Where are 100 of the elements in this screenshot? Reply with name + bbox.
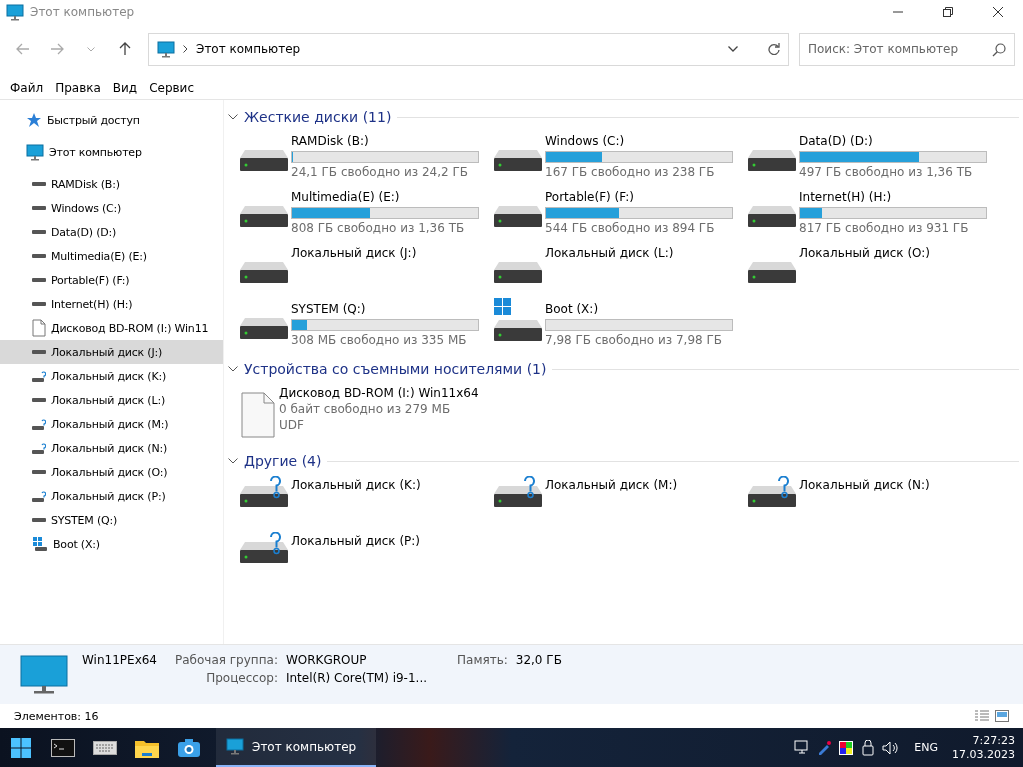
- drive-name[interactable]: Windows (C:): [545, 134, 733, 148]
- nav-item[interactable]: Portable(F) (F:): [0, 268, 223, 292]
- drive-name[interactable]: Portable(F) (F:): [545, 190, 733, 204]
- nav-item[interactable]: Локальный диск (M:): [0, 412, 223, 436]
- drive-icon: [32, 206, 46, 210]
- hard-drive-icon: [748, 150, 796, 171]
- menu-item[interactable]: Сервис: [143, 80, 200, 95]
- hard-drive-icon: [240, 532, 288, 563]
- language-indicator[interactable]: ENG: [914, 741, 938, 754]
- menu-item[interactable]: Файл: [4, 80, 50, 95]
- drive-name[interactable]: SYSTEM (Q:): [291, 302, 479, 316]
- free-space-text: 24,1 ГБ свободно из 24,2 ГБ: [291, 165, 470, 179]
- nav-item[interactable]: Быстрый доступ: [0, 108, 223, 132]
- group-header[interactable]: Устройства со съемными носителями (1): [244, 361, 547, 377]
- file-system-text: UDF: [279, 418, 305, 432]
- drive-icon: [32, 302, 46, 306]
- tiles-view-icon[interactable]: [995, 710, 1009, 722]
- network-icon[interactable]: [794, 739, 811, 756]
- taskbar-window-button[interactable]: Этот компьютер: [216, 728, 376, 767]
- hard-drive-icon: [494, 262, 542, 283]
- arrow-right-icon: [50, 43, 64, 55]
- drive-name[interactable]: Локальный диск (L:): [545, 246, 674, 260]
- hard-drive-icon: [748, 206, 796, 227]
- nav-item[interactable]: Локальный диск (L:): [0, 388, 223, 412]
- drive-name[interactable]: Boot (X:): [545, 302, 733, 316]
- color-icon[interactable]: [838, 739, 855, 756]
- windows-drive-icon: [494, 298, 542, 341]
- drive-icon: [32, 418, 46, 430]
- file-icon: [32, 319, 46, 337]
- chevron-down-icon[interactable]: [228, 458, 238, 464]
- computer-icon: [6, 3, 24, 21]
- pen-icon[interactable]: [816, 739, 833, 756]
- drive-name[interactable]: Internet(H) (H:): [799, 190, 987, 204]
- window-title: Этот компьютер: [30, 5, 136, 19]
- chevron-down-icon: [87, 46, 95, 52]
- drive-icon: [32, 182, 46, 186]
- address-path[interactable]: Этот компьютер: [196, 42, 720, 56]
- item-count: Элементов: 16: [14, 709, 99, 723]
- drive-name[interactable]: Дисковод BD-ROM (I:) Win11x64: [279, 386, 479, 400]
- free-space-text: 544 ГБ свободно из 894 ГБ: [545, 221, 716, 235]
- hard-drive-icon: [748, 262, 796, 283]
- hard-drive-icon: [748, 476, 796, 507]
- group-header[interactable]: Жесткие диски (11): [244, 109, 392, 125]
- hard-drive-icon: [240, 262, 288, 283]
- nav-item[interactable]: Локальный диск (O:): [0, 460, 223, 484]
- drive-name[interactable]: Multimedia(E) (E:): [291, 190, 479, 204]
- free-space-text: 7,98 ГБ свободно из 7,98 ГБ: [545, 333, 724, 347]
- windows-drive-icon: [32, 536, 48, 552]
- nav-item[interactable]: Локальный диск (J:): [0, 340, 223, 364]
- drive-name[interactable]: Локальный диск (K:): [291, 478, 421, 492]
- computer-icon: [226, 738, 244, 755]
- chevron-right-icon: [183, 45, 188, 53]
- nav-item[interactable]: Локальный диск (N:): [0, 436, 223, 460]
- hard-drive-icon: [494, 206, 542, 227]
- drive-name[interactable]: Локальный диск (N:): [799, 478, 930, 492]
- nav-item[interactable]: Дисковод BD-ROM (I:) Win11: [0, 316, 223, 340]
- windows-logo-icon: [11, 737, 31, 758]
- nav-item[interactable]: Windows (C:): [0, 196, 223, 220]
- search-icon: [992, 42, 1006, 57]
- terminal-icon: [51, 738, 75, 757]
- drive-name[interactable]: Локальный диск (J:): [291, 246, 417, 260]
- detail-value: WORKGROUP: [285, 653, 368, 667]
- detail-value: Intel(R) Core(TM) i9-1...: [285, 671, 427, 685]
- computer-icon: [157, 40, 175, 58]
- refresh-icon[interactable]: [768, 43, 780, 55]
- nav-item[interactable]: Локальный диск (P:): [0, 484, 223, 508]
- drive-name[interactable]: Data(D) (D:): [799, 134, 987, 148]
- usb-lock-icon[interactable]: [860, 739, 877, 756]
- search-field[interactable]: Поиск: Этот компьютер: [799, 32, 1015, 66]
- chevron-down-icon[interactable]: [228, 366, 238, 372]
- drive-name[interactable]: Локальный диск (M:): [545, 478, 678, 492]
- arrow-up-icon: [119, 42, 131, 56]
- nav-item[interactable]: Multimedia(E) (E:): [0, 244, 223, 268]
- nav-item[interactable]: Internet(H) (H:): [0, 292, 223, 316]
- address-bar[interactable]: Этот компьютер: [148, 32, 789, 66]
- arrow-left-icon: [16, 43, 30, 55]
- drive-name[interactable]: Локальный диск (P:): [291, 534, 421, 548]
- free-space-text: 817 ГБ свободно из 931 ГБ: [799, 221, 970, 235]
- drive-name[interactable]: Локальный диск (O:): [799, 246, 931, 260]
- free-space-text: 497 ГБ свободно из 1,36 ТБ: [799, 165, 974, 179]
- menu-item[interactable]: Правка: [49, 80, 107, 95]
- drive-name[interactable]: RAMDisk (B:): [291, 134, 479, 148]
- close-icon: [993, 7, 1003, 17]
- nav-item[interactable]: Boot (X:): [0, 532, 223, 556]
- drive-icon: [32, 230, 46, 234]
- menu-item[interactable]: Вид: [106, 80, 144, 95]
- nav-item[interactable]: SYSTEM (Q:): [0, 508, 223, 532]
- chevron-down-icon[interactable]: [728, 46, 738, 52]
- chevron-down-icon[interactable]: [228, 114, 238, 120]
- nav-item[interactable]: Этот компьютер: [0, 140, 223, 164]
- free-space-text: 0 байт свободно из 279 МБ: [279, 402, 452, 416]
- drive-icon: [32, 254, 46, 258]
- group-header[interactable]: Другие (4): [244, 453, 322, 469]
- detail-label: Рабочая группа:: [175, 653, 278, 667]
- nav-item[interactable]: Локальный диск (K:): [0, 364, 223, 388]
- nav-item[interactable]: Data(D) (D:): [0, 220, 223, 244]
- nav-item[interactable]: RAMDisk (B:): [0, 172, 223, 196]
- clock-time[interactable]: 7:27:23: [972, 733, 1015, 748]
- volume-icon[interactable]: [882, 739, 901, 756]
- clock-date[interactable]: 17.03.2023: [952, 747, 1015, 762]
